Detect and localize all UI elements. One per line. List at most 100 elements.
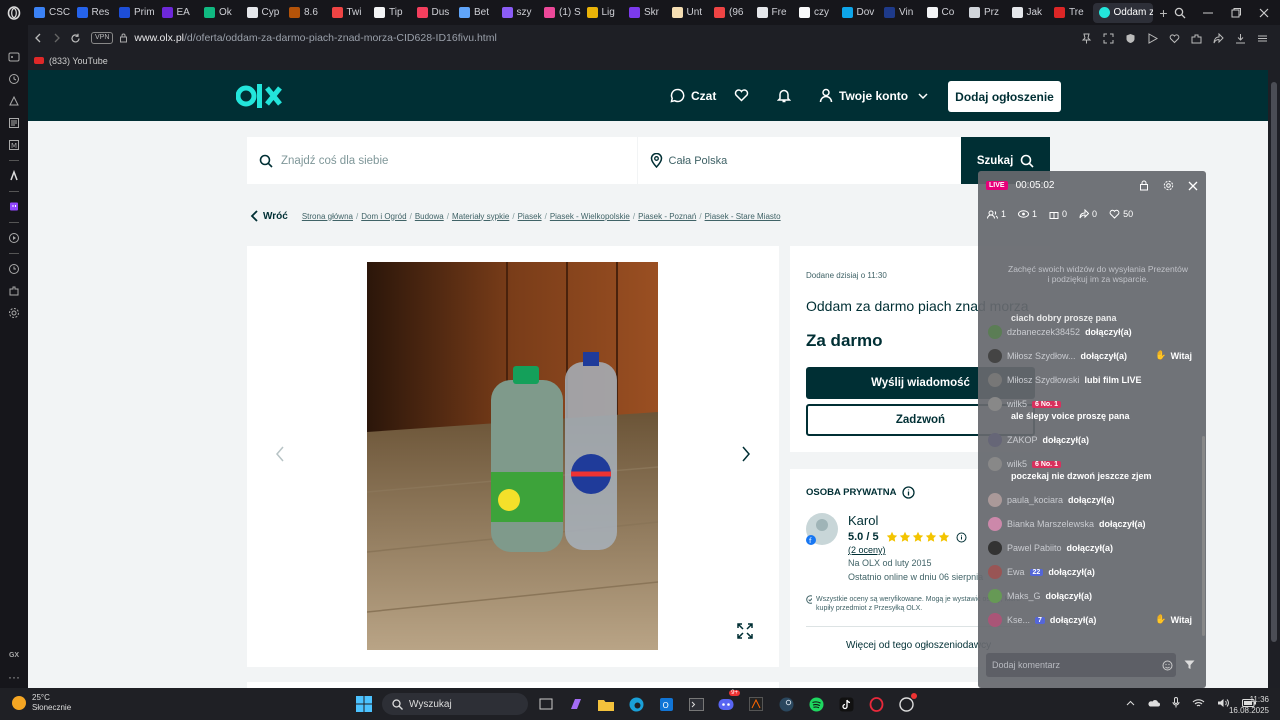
tab-24[interactable]: Tre [1048, 0, 1091, 25]
tab-16[interactable]: (96 [708, 0, 751, 25]
tab-18[interactable]: czy [793, 0, 836, 25]
back-icon[interactable] [28, 33, 47, 43]
tab-2[interactable]: Prim [113, 0, 156, 25]
terminal-icon[interactable] [684, 692, 708, 716]
chat-username[interactable]: dzbaneczek38452 [1007, 327, 1080, 337]
breadcrumb-item[interactable]: Dom i Ogród [361, 212, 406, 221]
workspaces-icon[interactable] [0, 90, 28, 112]
extensions-icon[interactable] [1191, 33, 1202, 44]
share-icon[interactable] [1213, 32, 1224, 44]
avatar[interactable] [988, 565, 1002, 579]
wave-hello-button[interactable]: ✋ Witaj [1155, 614, 1192, 625]
file-explorer-icon[interactable] [594, 692, 618, 716]
breadcrumb-item[interactable]: Piasek - Wielkopolskie [550, 212, 630, 221]
adblock-icon[interactable] [1125, 33, 1136, 44]
clock-icon[interactable] [0, 258, 28, 280]
breadcrumb-item[interactable]: Piasek - Stare Miasto [705, 212, 781, 221]
extensions-sidebar-icon[interactable] [0, 280, 28, 302]
tab-20[interactable]: Vin [878, 0, 921, 25]
tiktok-icon[interactable] [834, 692, 858, 716]
mail-icon[interactable]: M [0, 134, 28, 156]
restore-icon[interactable] [1230, 7, 1242, 19]
outlook-icon[interactable]: O [654, 692, 678, 716]
tab-19[interactable]: Dov [836, 0, 879, 25]
comment-input[interactable]: Dodaj komentarz [986, 653, 1176, 677]
tab-12[interactable]: (1) S [538, 0, 581, 25]
notifications-bell-icon[interactable] [777, 88, 791, 103]
page-scrollbar[interactable] [1268, 70, 1280, 688]
ratings-count-link[interactable]: (2 oceny) [848, 545, 886, 555]
breadcrumb-item[interactable]: Budowa [415, 212, 444, 221]
windows-start-icon[interactable] [352, 692, 376, 716]
taskbar-search[interactable]: Wyszukaj [382, 693, 528, 715]
search-input[interactable]: Znajdź coś dla siebie [247, 137, 637, 184]
more-icon[interactable]: ··· [0, 666, 28, 688]
tab-0[interactable]: CSC [28, 0, 71, 25]
gallery-prev-icon[interactable] [275, 446, 285, 462]
more-ads-link[interactable]: Więcej od tego ogłoszeniodawcy [846, 640, 991, 651]
mic-icon[interactable] [1172, 697, 1180, 708]
tab-1[interactable]: Res [71, 0, 114, 25]
close-window-icon[interactable] [1258, 7, 1270, 19]
breadcrumb-item[interactable]: Materiały sypkie [452, 212, 509, 221]
chat-username[interactable]: ZAKOP [1007, 435, 1038, 445]
emoji-icon[interactable] [1162, 660, 1173, 671]
scroll-thumb[interactable] [1271, 82, 1277, 642]
wifi-icon[interactable] [1192, 698, 1205, 708]
lock-icon[interactable] [119, 33, 128, 43]
tab-6[interactable]: 8.6 [283, 0, 326, 25]
tab-11[interactable]: szy [496, 0, 539, 25]
tab-17[interactable]: Fre [751, 0, 794, 25]
filter-icon[interactable] [1184, 660, 1195, 670]
pin-icon[interactable] [1081, 33, 1092, 44]
location-input[interactable]: Cała Polska [637, 137, 962, 184]
snapshot-icon[interactable] [1103, 33, 1114, 44]
player-icon[interactable] [1147, 32, 1158, 44]
avatar[interactable] [988, 541, 1002, 555]
chat-username[interactable]: Miłosz Szydłow... [1007, 351, 1076, 361]
avatar[interactable] [988, 613, 1002, 627]
chat-username[interactable]: wilk5 [1007, 399, 1027, 409]
chat-link[interactable]: Czat [670, 88, 716, 103]
menu-icon[interactable] [1257, 33, 1268, 44]
tab-4[interactable]: Ok [198, 0, 241, 25]
new-tab-button[interactable]: + [1155, 5, 1173, 21]
tiktok-like-icon[interactable] [0, 165, 28, 187]
tab-3[interactable]: EA [156, 0, 199, 25]
ad-photo[interactable] [367, 262, 658, 650]
chat-username[interactable]: Pawel Pabiito [1007, 543, 1062, 553]
bookmark-youtube[interactable]: (833) YouTube [49, 56, 108, 66]
close-icon[interactable] [1188, 181, 1198, 191]
twitch-icon[interactable] [0, 196, 28, 218]
gx-control-icon[interactable] [0, 46, 28, 68]
dev-app-icon[interactable] [744, 692, 768, 716]
avatar[interactable] [988, 493, 1002, 507]
add-ad-button[interactable]: Dodaj ogłoszenie [948, 81, 1061, 112]
chat-scrollbar[interactable] [1202, 436, 1205, 636]
bookmark-heart-icon[interactable] [1169, 33, 1180, 44]
chat-username[interactable]: paula_kociara [1007, 495, 1063, 505]
tab-23[interactable]: Jak [1006, 0, 1049, 25]
favorites-heart-icon[interactable] [734, 88, 749, 102]
opera-gx-icon[interactable] [0, 0, 28, 25]
chat-username[interactable]: Maks_G [1007, 591, 1041, 601]
tab-8[interactable]: Tip [368, 0, 411, 25]
tab-7[interactable]: Twi [326, 0, 369, 25]
fullscreen-icon[interactable] [737, 623, 753, 639]
tab-5[interactable]: Cyp [241, 0, 284, 25]
github-icon[interactable] [894, 692, 918, 716]
opera-gx-taskbar-icon[interactable] [864, 692, 888, 716]
avatar[interactable] [988, 349, 1002, 363]
back-link[interactable]: Wróć [250, 210, 288, 222]
tab-13[interactable]: Lig [581, 0, 624, 25]
steam-icon[interactable] [774, 692, 798, 716]
tab-active[interactable]: Oddam z [1092, 2, 1153, 23]
chat-username[interactable]: Kse... [1007, 615, 1030, 625]
vpn-badge[interactable]: VPN [91, 32, 114, 44]
avatar[interactable] [988, 373, 1002, 387]
settings-icon[interactable] [0, 302, 28, 324]
avatar[interactable]: f [806, 513, 838, 545]
news-icon[interactable] [0, 112, 28, 134]
chat-username[interactable]: Bianka Marszelewska [1007, 519, 1094, 529]
search-tabs-icon[interactable] [1174, 7, 1186, 19]
